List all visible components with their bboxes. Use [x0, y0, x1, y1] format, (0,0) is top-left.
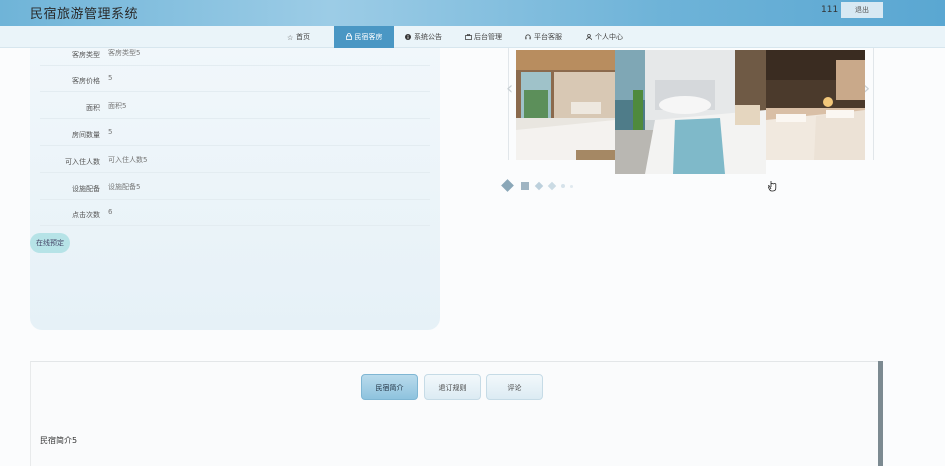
tab-cancellation-rules[interactable]: 退订规则 [424, 374, 481, 400]
tab-content-text: 民宿简介5 [40, 436, 78, 445]
briefcase-icon [465, 34, 472, 40]
row-value: 设施配备5 [108, 183, 141, 191]
tab-comments[interactable]: 评论 [486, 374, 543, 400]
row-value: 5 [108, 128, 113, 136]
detail-row-room-type: 客房类型 客房类型5 [40, 40, 430, 66]
detail-row-room-count: 房间数量 5 [40, 120, 430, 146]
carousel-slide-bathtub-bedroom[interactable] [615, 50, 766, 174]
indicator-2[interactable] [521, 182, 529, 190]
room-info-tabs: 民宿简介 退订规则 评论 民宿简介5 [30, 361, 883, 466]
detail-row-capacity: 可入住人数 可入住人数5 [40, 147, 430, 173]
scrollbar-track[interactable] [878, 361, 883, 466]
lock-icon [345, 33, 352, 40]
row-label: 点击次数 [72, 211, 100, 219]
carousel-slide-twin-bedroom[interactable] [766, 50, 865, 160]
top-header: 民宿旅游管理系统 111 退出 [0, 0, 945, 26]
indicator-4[interactable] [547, 181, 557, 191]
indicator-5[interactable] [561, 184, 565, 188]
nav-item-service[interactable]: 平台客服 [525, 26, 562, 48]
detail-row-facilities: 设施配备 设施配备5 [40, 174, 430, 200]
nav-item-profile[interactable]: 个人中心 [586, 26, 623, 48]
carousel-slide-wood-bedroom[interactable] [516, 50, 615, 160]
row-label: 客房价格 [72, 77, 100, 85]
room-image-carousel: ‹ › [506, 48, 876, 176]
room-detail-panel: 客房类型 客房类型5 客房价格 5 面积 面积5 房间数量 5 可入住人数 可入… [30, 48, 440, 330]
bedroom-wood-window-image [516, 50, 615, 160]
indicator-3[interactable] [534, 181, 544, 191]
detail-row-clicks: 点击次数 6 [40, 200, 430, 226]
bedroom-twin-warm-light-image [766, 50, 865, 160]
bedroom-bathtub-sea-view-image [615, 50, 766, 174]
row-label: 客房类型 [72, 51, 100, 59]
row-value: 6 [108, 208, 113, 216]
row-label: 可入住人数 [65, 158, 100, 166]
carousel-next-arrow[interactable]: › [863, 78, 877, 100]
row-value: 5 [108, 74, 113, 82]
site-title: 民宿旅游管理系统 [30, 7, 139, 22]
indicator-1[interactable] [501, 179, 514, 192]
headset-icon [525, 34, 531, 40]
row-value: 可入住人数5 [108, 156, 148, 164]
detail-row-price: 客房价格 5 [40, 66, 430, 92]
tab-intro[interactable]: 民宿简介 [361, 374, 418, 400]
hand-pointer-icon [767, 180, 778, 196]
user-icon [586, 33, 592, 41]
user-name: 111 [821, 5, 839, 15]
detail-row-area: 面积 面积5 [40, 93, 430, 119]
row-label: 房间数量 [72, 131, 100, 139]
carousel-indicators [500, 179, 590, 194]
row-label: 设施配备 [72, 185, 100, 193]
indicator-6[interactable] [570, 185, 573, 188]
book-online-button[interactable]: 在线预定 [30, 233, 70, 253]
row-label: 面积 [86, 104, 100, 112]
logout-button[interactable]: 退出 [841, 2, 883, 18]
nav-item-admin[interactable]: 后台管理 [465, 26, 502, 48]
nav-item-label: 平台客服 [534, 33, 562, 41]
nav-item-label: 个人中心 [595, 33, 623, 41]
row-value: 客房类型5 [108, 49, 141, 57]
row-value: 面积5 [108, 102, 127, 110]
nav-item-label: 后台管理 [474, 33, 502, 41]
